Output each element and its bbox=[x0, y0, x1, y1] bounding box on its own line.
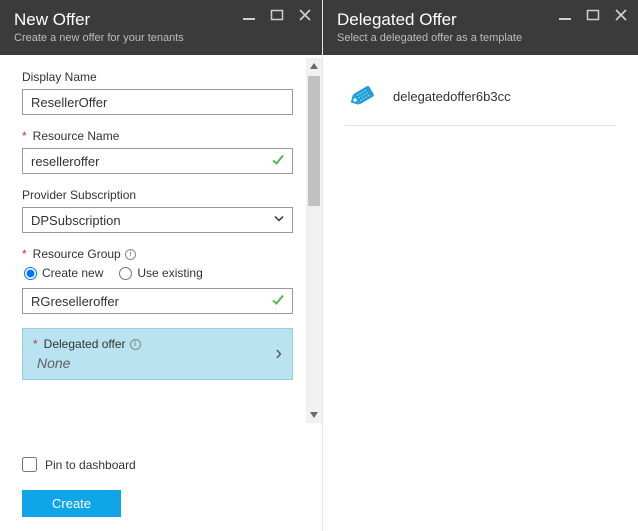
minimize-icon[interactable] bbox=[558, 8, 572, 22]
maximize-icon[interactable] bbox=[586, 8, 600, 22]
provider-subscription-field: Provider Subscription DPSubscription bbox=[22, 188, 293, 233]
delegated-offer-item[interactable]: delegatedoffer6b3cc bbox=[345, 75, 616, 126]
form-scroll-area: Display Name * Resource Name Pr bbox=[0, 55, 307, 425]
delegated-offer-subtitle: Select a delegated offer as a template bbox=[337, 32, 624, 44]
new-offer-window-controls bbox=[242, 8, 312, 22]
delegated-offer-blade: Delegated Offer Select a delegated offer… bbox=[323, 0, 638, 531]
info-icon[interactable]: i bbox=[130, 339, 141, 350]
delegated-offer-label-text: Delegated offer bbox=[44, 337, 126, 351]
delegated-offer-header: Delegated Offer Select a delegated offer… bbox=[323, 0, 638, 55]
new-offer-blade: New Offer Create a new offer for your te… bbox=[0, 0, 323, 531]
resource-group-field: * Resource Group i Create new Use existi… bbox=[22, 247, 293, 314]
close-icon[interactable] bbox=[614, 8, 628, 22]
radio-use-existing-input[interactable] bbox=[119, 267, 132, 280]
delegated-offer-value: None bbox=[37, 355, 264, 371]
radio-use-existing[interactable]: Use existing bbox=[119, 266, 202, 280]
radio-use-existing-label: Use existing bbox=[137, 266, 202, 280]
vertical-scrollbar[interactable] bbox=[306, 58, 322, 423]
radio-create-new[interactable]: Create new bbox=[24, 266, 103, 280]
scroll-up-icon[interactable] bbox=[306, 58, 322, 74]
display-name-field: Display Name bbox=[22, 70, 293, 115]
delegated-offer-window-controls bbox=[558, 8, 628, 22]
display-name-label: Display Name bbox=[22, 70, 293, 84]
scroll-thumb[interactable] bbox=[308, 76, 320, 206]
resource-group-input[interactable] bbox=[22, 288, 293, 314]
display-name-input[interactable] bbox=[22, 89, 293, 115]
close-icon[interactable] bbox=[298, 8, 312, 22]
resource-name-label: * Resource Name bbox=[22, 129, 293, 143]
resource-name-input[interactable] bbox=[22, 148, 293, 174]
radio-create-new-label: Create new bbox=[42, 266, 103, 280]
pin-to-dashboard[interactable]: Pin to dashboard bbox=[22, 457, 284, 472]
chevron-right-icon: › bbox=[275, 343, 282, 366]
required-asterisk: * bbox=[33, 337, 38, 351]
new-offer-subtitle: Create a new offer for your tenants bbox=[14, 32, 308, 44]
pin-label: Pin to dashboard bbox=[45, 458, 136, 472]
required-asterisk: * bbox=[22, 129, 27, 143]
resource-name-label-text: Resource Name bbox=[33, 129, 120, 143]
maximize-icon[interactable] bbox=[270, 8, 284, 22]
resource-name-field: * Resource Name bbox=[22, 129, 293, 174]
pin-checkbox[interactable] bbox=[22, 457, 37, 472]
resource-group-label-text: Resource Group bbox=[33, 247, 121, 261]
new-offer-footer: Pin to dashboard Create bbox=[0, 457, 306, 531]
radio-create-new-input[interactable] bbox=[24, 267, 37, 280]
delegated-offer-body: delegatedoffer6b3cc bbox=[323, 55, 638, 126]
required-asterisk: * bbox=[22, 247, 27, 261]
new-offer-header: New Offer Create a new offer for your te… bbox=[0, 0, 322, 55]
info-icon[interactable]: i bbox=[125, 249, 136, 260]
minimize-icon[interactable] bbox=[242, 8, 256, 22]
provider-subscription-select[interactable]: DPSubscription bbox=[22, 207, 293, 233]
new-offer-body: Display Name * Resource Name Pr bbox=[0, 55, 322, 531]
scroll-down-icon[interactable] bbox=[306, 407, 322, 423]
delegated-offer-label: * Delegated offer i bbox=[33, 337, 264, 351]
tag-icon bbox=[345, 81, 379, 111]
delegated-offer-selector[interactable]: * Delegated offer i None › bbox=[22, 328, 293, 380]
provider-subscription-label: Provider Subscription bbox=[22, 188, 293, 202]
resource-group-radios: Create new Use existing bbox=[24, 266, 293, 280]
delegated-offer-item-label: delegatedoffer6b3cc bbox=[393, 89, 511, 104]
resource-group-label: * Resource Group i bbox=[22, 247, 293, 261]
create-button[interactable]: Create bbox=[22, 490, 121, 517]
